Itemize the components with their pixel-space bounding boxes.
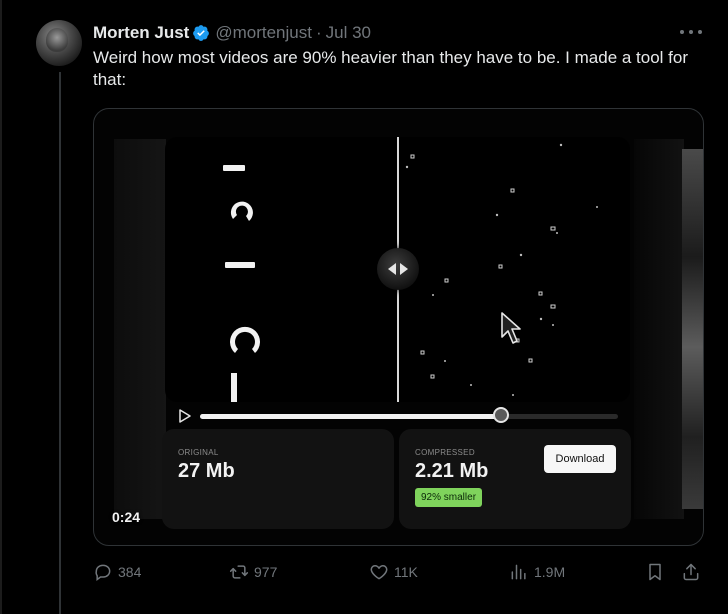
compressed-size: 2.21 Mb <box>415 460 489 482</box>
play-icon[interactable] <box>178 409 192 423</box>
more-options-icon[interactable] <box>680 22 702 42</box>
bookmark-button[interactable] <box>645 560 670 584</box>
reply-count: 384 <box>118 564 142 580</box>
original-size: 27 Mb <box>178 460 235 482</box>
original-size-card: ORIGINAL 27 Mb <box>162 429 394 529</box>
scrub-bar[interactable] <box>200 407 618 423</box>
like-button[interactable]: 11K <box>369 560 418 584</box>
share-icon <box>683 563 699 581</box>
compressed-size-card: COMPRESSED 2.21 Mb 92% smaller Download <box>399 429 631 529</box>
retweet-count: 977 <box>254 564 278 580</box>
verified-badge-icon[interactable] <box>192 24 210 42</box>
comparison-preview[interactable] <box>165 137 630 402</box>
scrub-knob[interactable] <box>492 407 509 423</box>
compressed-label: COMPRESSED <box>415 448 475 457</box>
video-background <box>114 139 166 519</box>
preview-particles <box>405 143 598 396</box>
tweet-text: Weird how most videos are 90% heavier th… <box>93 48 689 89</box>
avatar[interactable] <box>36 20 82 66</box>
views-button[interactable]: 1.9M <box>509 560 565 584</box>
video-timestamp: 0:24 <box>112 509 141 525</box>
separator-dot: · <box>315 23 322 42</box>
tweet-actions: 384 977 11K 1.9M <box>93 560 705 584</box>
player-controls <box>178 407 618 425</box>
left-right-arrows-icon <box>388 263 408 275</box>
retweet-button[interactable]: 977 <box>229 560 277 584</box>
views-icon <box>511 564 526 580</box>
like-count: 11K <box>394 564 418 580</box>
window-edge <box>0 0 2 614</box>
video-background <box>682 149 703 509</box>
video-background <box>634 139 684 519</box>
handle[interactable]: @mortenjust <box>215 23 312 43</box>
share-button[interactable] <box>681 560 706 584</box>
savings-badge: 92% smaller <box>415 488 483 507</box>
display-name[interactable]: Morten Just <box>93 23 189 43</box>
bookmark-icon <box>649 563 661 581</box>
reply-icon <box>95 564 111 581</box>
thread-line <box>59 72 61 614</box>
mouse-cursor-icon <box>501 312 521 344</box>
original-label: ORIGINAL <box>178 448 219 457</box>
video-player[interactable]: ORIGINAL 27 Mb COMPRESSED 2.21 Mb 92% sm… <box>93 108 704 546</box>
comparison-slider-handle[interactable] <box>377 248 419 290</box>
tweet-header: Morten Just @mortenjust · Jul 30 <box>93 22 371 44</box>
tweet-date[interactable]: Jul 30 <box>326 23 371 43</box>
heart-icon <box>370 565 388 580</box>
reply-button[interactable]: 384 <box>93 560 141 584</box>
retweet-icon <box>229 565 249 579</box>
scrub-progress <box>200 414 501 419</box>
download-button[interactable]: Download <box>544 445 616 473</box>
preview-letters <box>223 165 260 402</box>
views-count: 1.9M <box>534 564 566 580</box>
